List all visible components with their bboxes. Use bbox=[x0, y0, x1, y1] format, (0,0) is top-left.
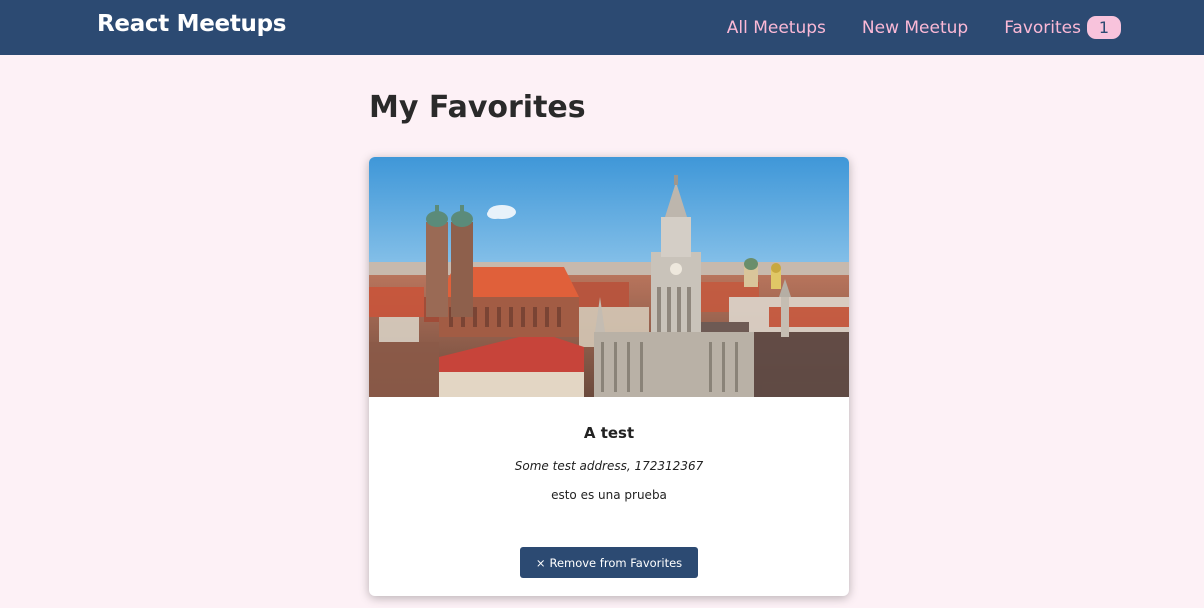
meetup-address: Some test address, 172312367 bbox=[514, 459, 704, 473]
nav-all-meetups[interactable]: All Meetups bbox=[727, 18, 826, 38]
page-title: My Favorites bbox=[369, 90, 586, 125]
meetup-card: A test Some test address, 172312367 esto… bbox=[369, 157, 849, 596]
meetup-image bbox=[369, 157, 849, 397]
nav-new-meetup[interactable]: New Meetup bbox=[862, 18, 968, 38]
close-icon: × bbox=[535, 555, 546, 570]
logo: React Meetups bbox=[97, 11, 287, 37]
nav-favorites[interactable]: Favorites 1 bbox=[1004, 16, 1121, 39]
main-nav: All Meetups New Meetup Favorites 1 bbox=[691, 0, 1121, 55]
main-header: React Meetups All Meetups New Meetup Fav… bbox=[0, 0, 1204, 55]
meetup-description: esto es una prueba bbox=[551, 488, 667, 502]
meetup-title: A test bbox=[583, 424, 635, 442]
munich-cityscape-image bbox=[369, 157, 849, 397]
remove-from-favorites-label: Remove from Favorites bbox=[549, 555, 683, 570]
nav-all-meetups-label: All Meetups bbox=[726, 17, 826, 38]
favorites-count-badge: 1 bbox=[1087, 16, 1121, 39]
remove-from-favorites-button[interactable]: × Remove from Favorites bbox=[520, 547, 698, 578]
nav-new-meetup-label: New Meetup bbox=[861, 17, 969, 38]
nav-favorites-label: Favorites bbox=[1004, 17, 1081, 38]
